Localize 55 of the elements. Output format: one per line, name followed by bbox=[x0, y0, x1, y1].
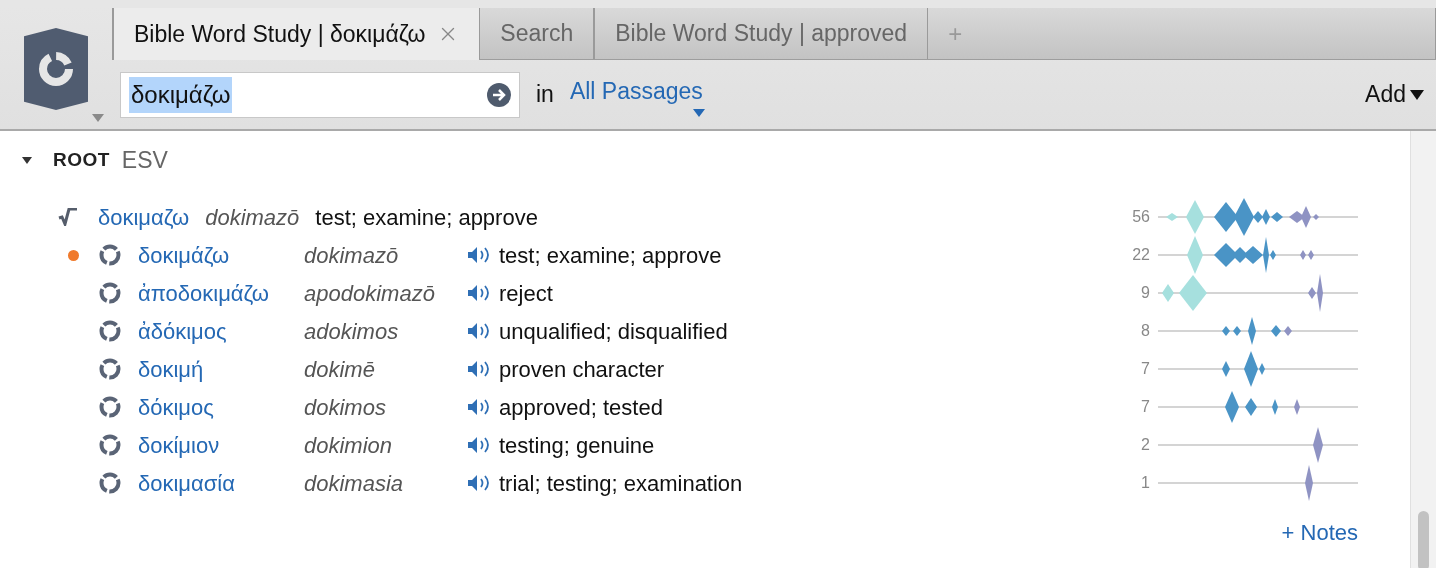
gloss: test; examine; approve bbox=[499, 241, 722, 270]
ring-icon bbox=[98, 395, 122, 419]
app-logo[interactable] bbox=[24, 28, 88, 110]
transliteration: dokimion bbox=[304, 431, 394, 460]
gloss: approved; tested bbox=[499, 393, 663, 422]
tab[interactable]: Search bbox=[479, 8, 595, 59]
transliteration: dokimasia bbox=[304, 469, 405, 498]
occurrence-count: 22 bbox=[1131, 245, 1150, 265]
gloss: trial; testing; examination bbox=[499, 469, 743, 498]
gloss: proven character bbox=[499, 355, 665, 384]
root-sign-icon bbox=[58, 208, 78, 226]
caret-icon[interactable] bbox=[1410, 89, 1424, 100]
add-menu[interactable]: Add bbox=[1365, 77, 1424, 112]
lemma-link[interactable]: δοκίμιον bbox=[138, 428, 304, 462]
transliteration: apodokimazō bbox=[304, 279, 436, 308]
occurrence-count: 7 bbox=[1140, 359, 1150, 379]
occurrence-count: 2 bbox=[1140, 435, 1150, 455]
notes-link[interactable]: + Notes bbox=[1281, 516, 1358, 549]
gloss: testing; genuine bbox=[499, 431, 655, 460]
transliteration: adokimos bbox=[304, 317, 400, 346]
occurrence-count: 1 bbox=[1140, 473, 1150, 493]
tab[interactable]: Bible Word Study | approved bbox=[594, 8, 929, 59]
version-label: ESV bbox=[121, 145, 168, 175]
ring-icon bbox=[98, 243, 122, 267]
gloss: reject bbox=[499, 279, 553, 308]
lemma-link[interactable]: δοκιμάζω bbox=[138, 238, 304, 272]
lemma-link[interactable]: δοκιμή bbox=[138, 352, 304, 386]
scope-label: in bbox=[536, 80, 554, 110]
ring-icon bbox=[98, 471, 122, 495]
ring-icon bbox=[98, 433, 122, 457]
expand-triangle-icon[interactable] bbox=[22, 155, 32, 165]
lemma-link[interactable]: δοκιμασία bbox=[138, 466, 304, 500]
tab[interactable]: Bible Word Study | δοκιμάζω bbox=[112, 8, 480, 60]
ring-icon bbox=[98, 281, 122, 305]
transliteration: dokimē bbox=[304, 355, 376, 384]
ring-icon bbox=[36, 49, 76, 89]
scrollbar-thumb[interactable] bbox=[1418, 511, 1429, 568]
transliteration: dokimazō bbox=[304, 241, 400, 270]
section-label: ROOT bbox=[53, 147, 110, 172]
ring-icon bbox=[98, 319, 122, 343]
lemma-link[interactable]: ἀδόκιμος bbox=[138, 314, 304, 348]
lemma-link[interactable]: δόκιμος bbox=[138, 390, 304, 424]
occurrence-count: 9 bbox=[1140, 283, 1150, 303]
occurrence-count: 56 bbox=[1131, 207, 1150, 227]
transliteration: dokimos bbox=[304, 393, 387, 422]
gloss: unqualified; disqualified bbox=[499, 317, 728, 346]
ring-icon bbox=[98, 357, 122, 381]
lemma-link[interactable]: ἀποδοκιμάζω bbox=[138, 276, 304, 310]
scope-link[interactable]: All Passages bbox=[569, 78, 703, 105]
root-transliteration: dokimazō bbox=[205, 203, 300, 232]
root-gloss: test; examine; approve bbox=[315, 203, 538, 232]
occurrence-count: 8 bbox=[1140, 321, 1150, 341]
search-field[interactable]: δοκιμάζω bbox=[120, 71, 520, 118]
occurrence-count: 7 bbox=[1140, 397, 1150, 417]
root-lemma[interactable]: δοκιμαζω bbox=[98, 200, 190, 234]
